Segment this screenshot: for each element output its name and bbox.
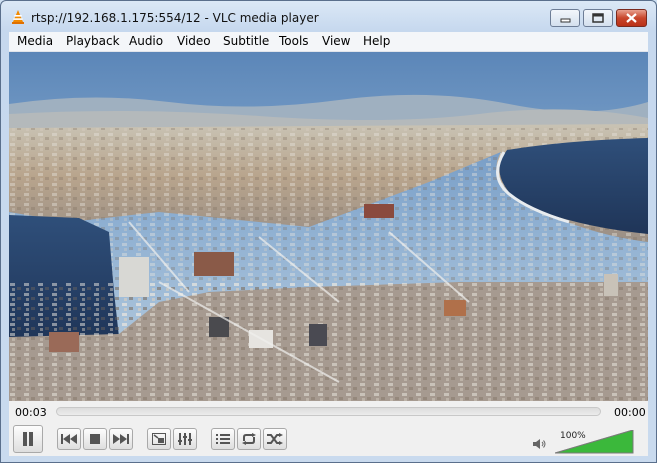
window-title: rtsp://192.168.1.175:554/12 - VLC media … <box>31 11 319 25</box>
menu-view[interactable]: View <box>322 34 350 48</box>
next-icon <box>113 434 129 444</box>
video-area[interactable] <box>9 52 648 401</box>
minimize-button[interactable] <box>550 9 580 27</box>
stop-button[interactable] <box>83 428 107 450</box>
minimize-icon <box>560 18 571 23</box>
fullscreen-button[interactable] <box>147 428 171 450</box>
fullscreen-icon <box>152 433 166 445</box>
menu-playback[interactable]: Playback <box>66 34 120 48</box>
menu-video[interactable]: Video <box>177 34 211 48</box>
vlc-cone-icon <box>12 10 24 24</box>
speaker-icon[interactable] <box>533 438 547 450</box>
next-button[interactable] <box>109 428 133 450</box>
close-icon <box>626 13 637 23</box>
stop-icon <box>90 434 100 444</box>
menu-media[interactable]: Media <box>17 34 53 48</box>
pause-button[interactable] <box>13 425 43 453</box>
loop-icon <box>242 433 256 445</box>
control-panel: 00:03 00:00 100% <box>9 401 648 456</box>
playlist-button[interactable] <box>211 428 235 450</box>
video-frame <box>9 52 648 401</box>
pause-icon <box>23 432 33 446</box>
menu-bar: Media Playback Audio Video Subtitle Tool… <box>9 32 648 52</box>
remaining-time: 00:00 <box>614 406 646 419</box>
maximize-button[interactable] <box>583 9 613 27</box>
loop-button[interactable] <box>237 428 261 450</box>
shuffle-icon <box>267 433 283 445</box>
previous-button[interactable] <box>57 428 81 450</box>
extended-settings-button[interactable] <box>173 428 197 450</box>
menu-help[interactable]: Help <box>363 34 390 48</box>
title-bar[interactable]: rtsp://192.168.1.175:554/12 - VLC media … <box>1 1 656 32</box>
seek-bar[interactable] <box>56 407 601 416</box>
menu-audio[interactable]: Audio <box>129 34 163 48</box>
menu-tools[interactable]: Tools <box>279 34 309 48</box>
volume-slider[interactable] <box>555 430 635 454</box>
extended-settings-icon <box>178 433 192 445</box>
menu-subtitle[interactable]: Subtitle <box>223 34 269 48</box>
maximize-icon <box>592 13 604 23</box>
close-button[interactable] <box>616 9 647 27</box>
previous-icon <box>61 434 77 444</box>
shuffle-button[interactable] <box>263 428 287 450</box>
playlist-icon <box>216 434 230 444</box>
elapsed-time: 00:03 <box>15 406 47 419</box>
vlc-window: rtsp://192.168.1.175:554/12 - VLC media … <box>0 0 657 463</box>
